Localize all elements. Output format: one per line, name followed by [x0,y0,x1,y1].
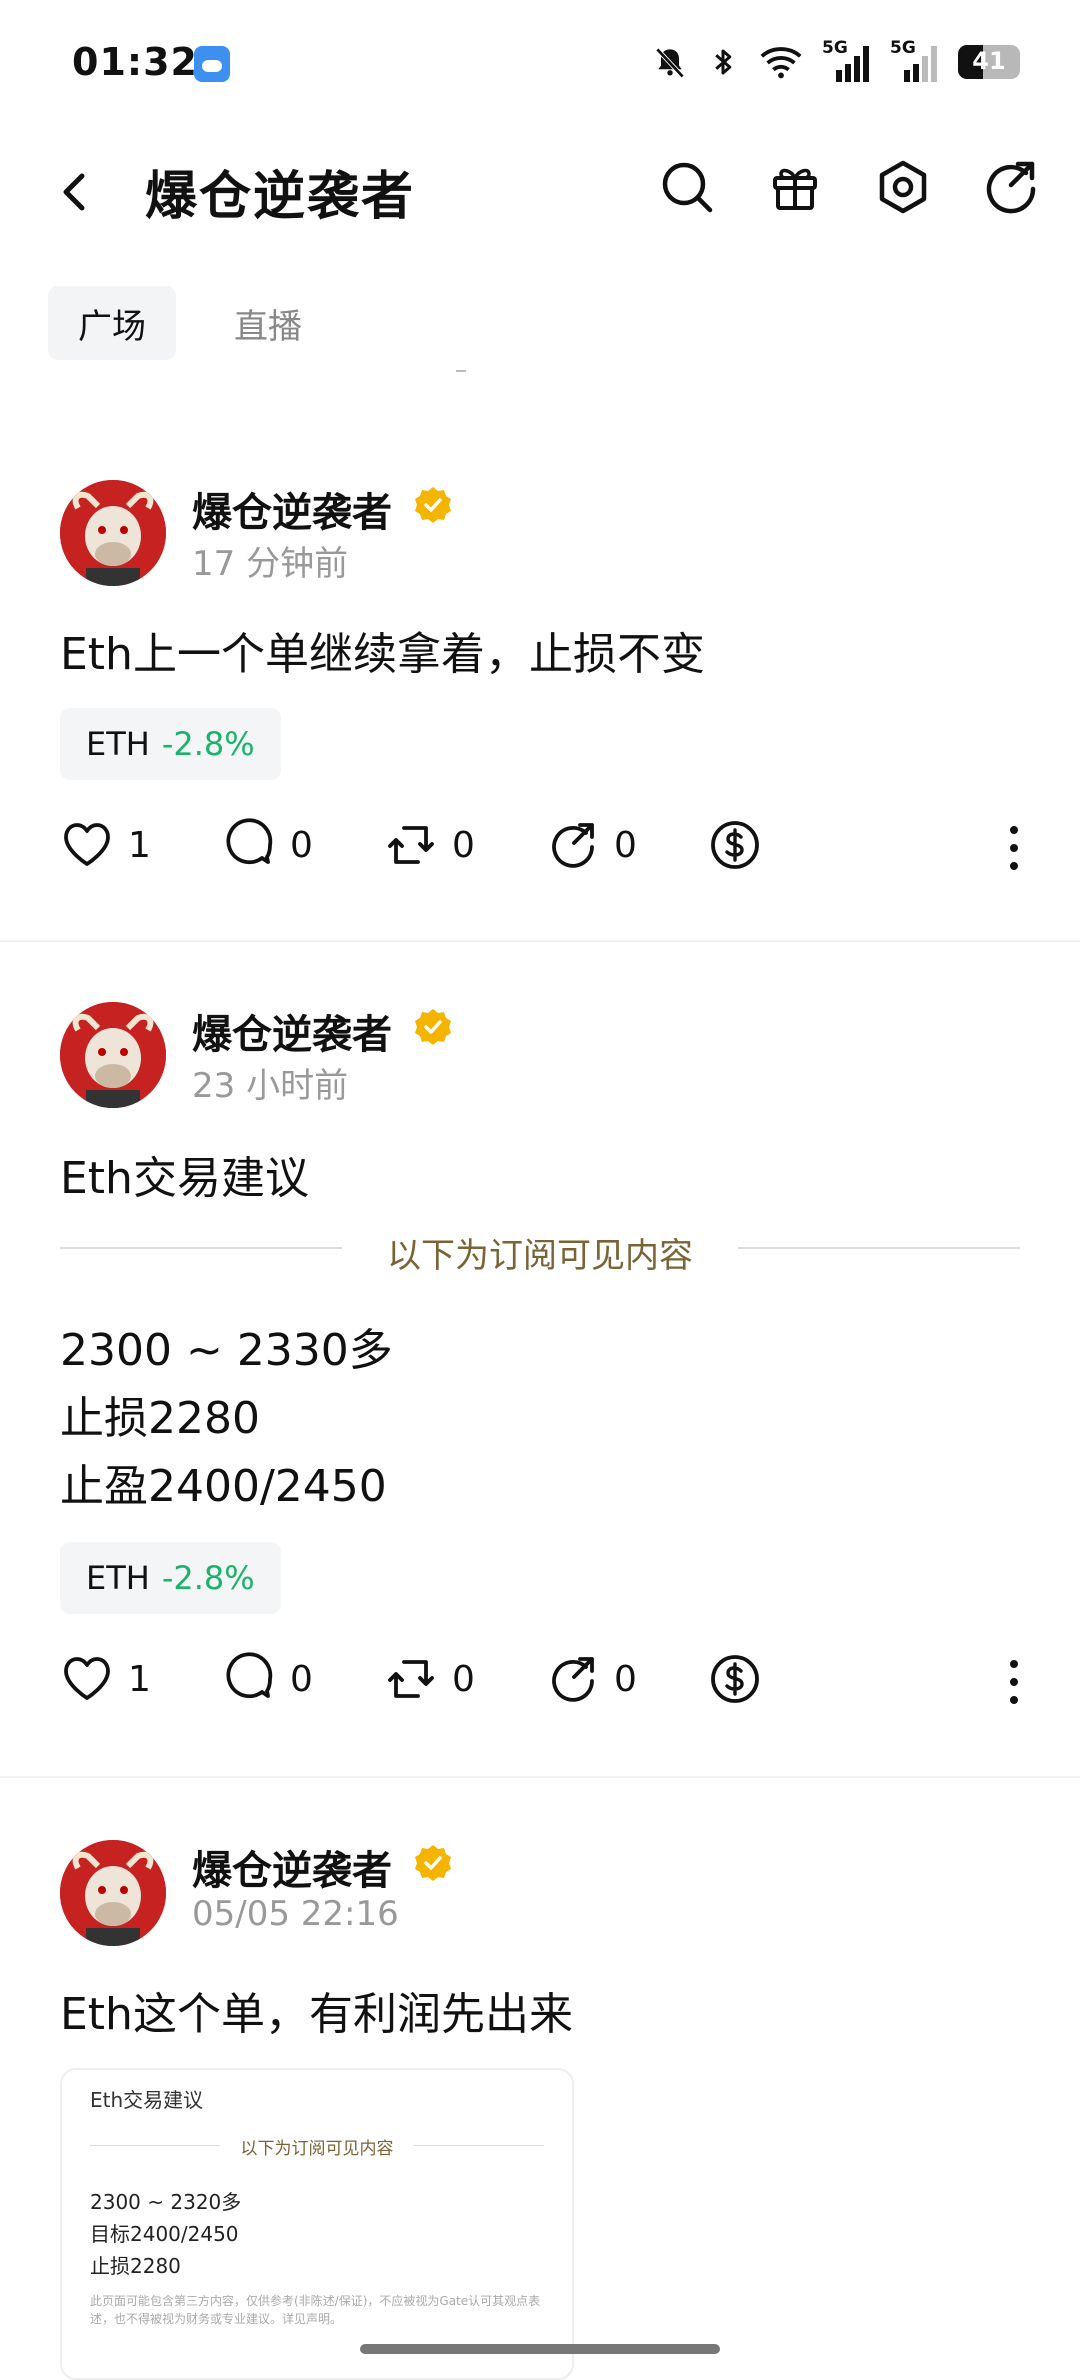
repost-icon [388,826,434,864]
repost-count: 0 [452,1658,475,1700]
more-options-icon[interactable] [1008,824,1020,872]
quote-disclaimer: 此页面可能包含第三方内容，仅供参考(非陈述/保证)，不应被视为Gate认可其观点… [90,2294,541,2326]
post-line: 止盈2400/2450 [60,1461,387,1512]
author-name[interactable]: 爆仓逆袭者 [192,480,392,538]
bluetooth-icon [715,49,732,75]
subscriber-divider: 以下为订阅可见内容 [60,1228,1020,1276]
post-card[interactable]: 爆仓逆袭者 17 分钟前 Eth上一个单继续拿着，止损不变 ETH -2.8% … [0,470,1080,940]
repost-button[interactable]: 0 [384,1652,475,1706]
top-bar: 爆仓逆袭者 [0,140,1080,250]
share-count: 0 [614,1658,637,1700]
quote-subscriber-label: 以下为订阅可见内容 [240,2139,394,2159]
coin-change: -2.8% [161,1559,255,1597]
post-time: 23 小时前 [192,1066,349,1106]
author-name[interactable]: 爆仓逆袭者 [192,1002,392,1060]
battery-icon: 41 [958,45,1020,79]
tab-square[interactable]: 广场 [48,286,176,360]
share-icon [552,1657,594,1702]
status-bar: 01:32 5G 5G 41 [0,0,1080,130]
like-button[interactable]: 1 [60,818,151,872]
post-divider [0,1776,1080,1778]
quote-title: Eth交易建议 [90,2088,204,2112]
post-text: Eth上一个单继续拿着，止损不变 [60,629,705,680]
signal-5g-1: 5G [822,38,872,84]
mute-bell-icon [655,47,685,78]
repost-icon [388,1660,434,1698]
comment-count: 0 [290,824,313,866]
share-icon[interactable] [982,158,1040,216]
avatar[interactable] [60,480,166,586]
quote-line: 目标2400/2450 [90,2222,239,2246]
post-divider [0,940,1080,942]
post-time: 17 分钟前 [192,544,349,584]
tip-button[interactable] [708,818,762,872]
comment-icon [226,818,273,865]
quote-subscriber-divider: 以下为订阅可见内容 [90,2134,544,2159]
heart-icon [64,823,110,866]
search-icon[interactable] [658,158,716,216]
tab-live[interactable]: 直播 [204,286,332,360]
settings-hex-icon[interactable] [874,158,932,216]
coin-symbol: ETH [86,1559,150,1597]
post-time: 05/05 22:16 [192,1894,399,1934]
verified-badge-icon [415,487,451,523]
weather-icon [194,46,230,82]
dollar-coin-icon [711,821,759,869]
coin-change: -2.8% [161,725,255,763]
coin-tag[interactable]: ETH -2.8% [60,1542,281,1614]
post-actions: 1 0 0 0 [60,1652,1020,1712]
share-button[interactable]: 0 [546,1652,637,1706]
comment-count: 0 [290,1658,313,1700]
verified-badge-icon [415,1845,451,1881]
like-count: 1 [128,824,151,866]
bull-avatar-icon [60,1002,166,1108]
like-button[interactable]: 1 [60,1652,151,1706]
quote-line: 止损2280 [90,2254,181,2278]
post-text: Eth这个单，有利润先出来 [60,1989,573,2040]
post-line: 止损2280 [60,1393,260,1444]
share-icon [552,823,594,868]
bull-avatar-icon [60,1840,166,1946]
home-indicator[interactable] [360,2344,720,2354]
dollar-coin-icon [711,1655,759,1703]
repost-count: 0 [452,824,475,866]
back-arrow-icon[interactable] [52,168,100,216]
post-line: 2300 ~ 2330多 [60,1325,393,1376]
status-time: 01:32 [72,40,198,84]
coin-tag[interactable]: ETH -2.8% [60,708,281,780]
quoted-image-card[interactable]: Eth交易建议 以下为订阅可见内容 2300 ~ 2320多 目标2400/24… [60,2068,574,2380]
tab-indicator [456,370,466,372]
cell-signal-icon [836,46,869,82]
coin-symbol: ETH [86,725,150,763]
like-count: 1 [128,1658,151,1700]
bull-avatar-icon [60,480,166,586]
comment-icon [226,1652,273,1699]
repost-button[interactable]: 0 [384,818,475,872]
heart-icon [64,1657,110,1700]
quote-line: 2300 ~ 2320多 [90,2190,242,2214]
subscriber-label: 以下为订阅可见内容 [387,1236,693,1276]
share-count: 0 [614,824,637,866]
share-button[interactable]: 0 [546,818,637,872]
cell-signal-icon [904,46,937,82]
avatar[interactable] [60,1002,166,1108]
page-title: 爆仓逆袭者 [145,167,416,227]
post-text: Eth交易建议 [60,1153,309,1204]
comment-button[interactable]: 0 [222,818,313,872]
tip-button[interactable] [708,1652,762,1706]
wifi-icon [760,47,802,79]
post-actions: 1 0 0 0 [60,818,1020,878]
gift-icon[interactable] [766,158,824,216]
verified-badge-icon [415,1009,451,1045]
author-name[interactable]: 爆仓逆袭者 [192,1838,392,1896]
tab-bar: 广场 直播 [48,286,332,360]
avatar[interactable] [60,1840,166,1946]
signal-5g-2: 5G [890,38,940,84]
comment-button[interactable]: 0 [222,1652,313,1706]
more-options-icon[interactable] [1008,1658,1020,1706]
post-card[interactable]: 爆仓逆袭者 23 小时前 Eth交易建议 以下为订阅可见内容 2300 ~ 23… [0,996,1080,1776]
